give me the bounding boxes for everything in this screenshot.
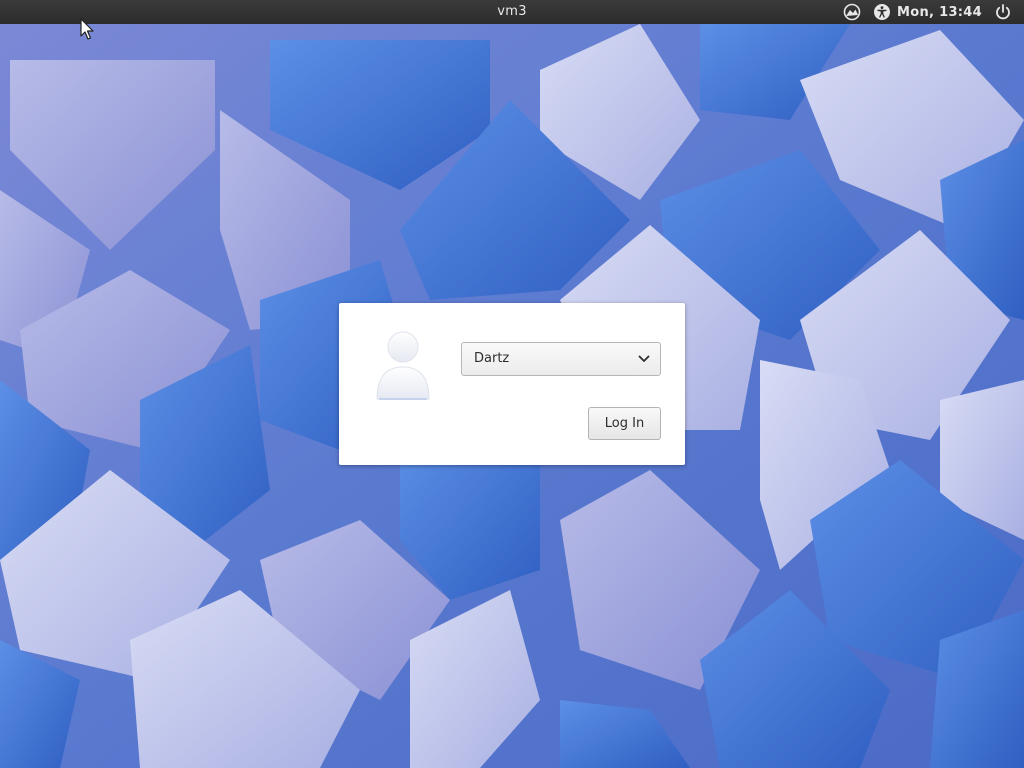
login-dialog: Dartz Log In <box>339 303 685 465</box>
power-icon[interactable] <box>994 3 1012 21</box>
login-screen: vm3 Mon, 13:44 Dartz Log In <box>0 0 1024 768</box>
chevron-down-icon <box>638 355 650 362</box>
network-status-icon[interactable] <box>843 3 861 21</box>
panel-system-tray: Mon, 13:44 <box>837 0 1018 24</box>
user-avatar-icon <box>376 331 430 400</box>
user-select-dropdown[interactable]: Dartz <box>461 342 661 376</box>
log-in-button[interactable]: Log In <box>588 407 661 440</box>
top-panel: vm3 Mon, 13:44 <box>0 0 1024 24</box>
panel-clock[interactable]: Mon, 13:44 <box>897 5 982 20</box>
mouse-pointer-icon <box>80 18 94 40</box>
accessibility-icon[interactable] <box>873 3 891 21</box>
selected-user-label: Dartz <box>474 351 510 366</box>
